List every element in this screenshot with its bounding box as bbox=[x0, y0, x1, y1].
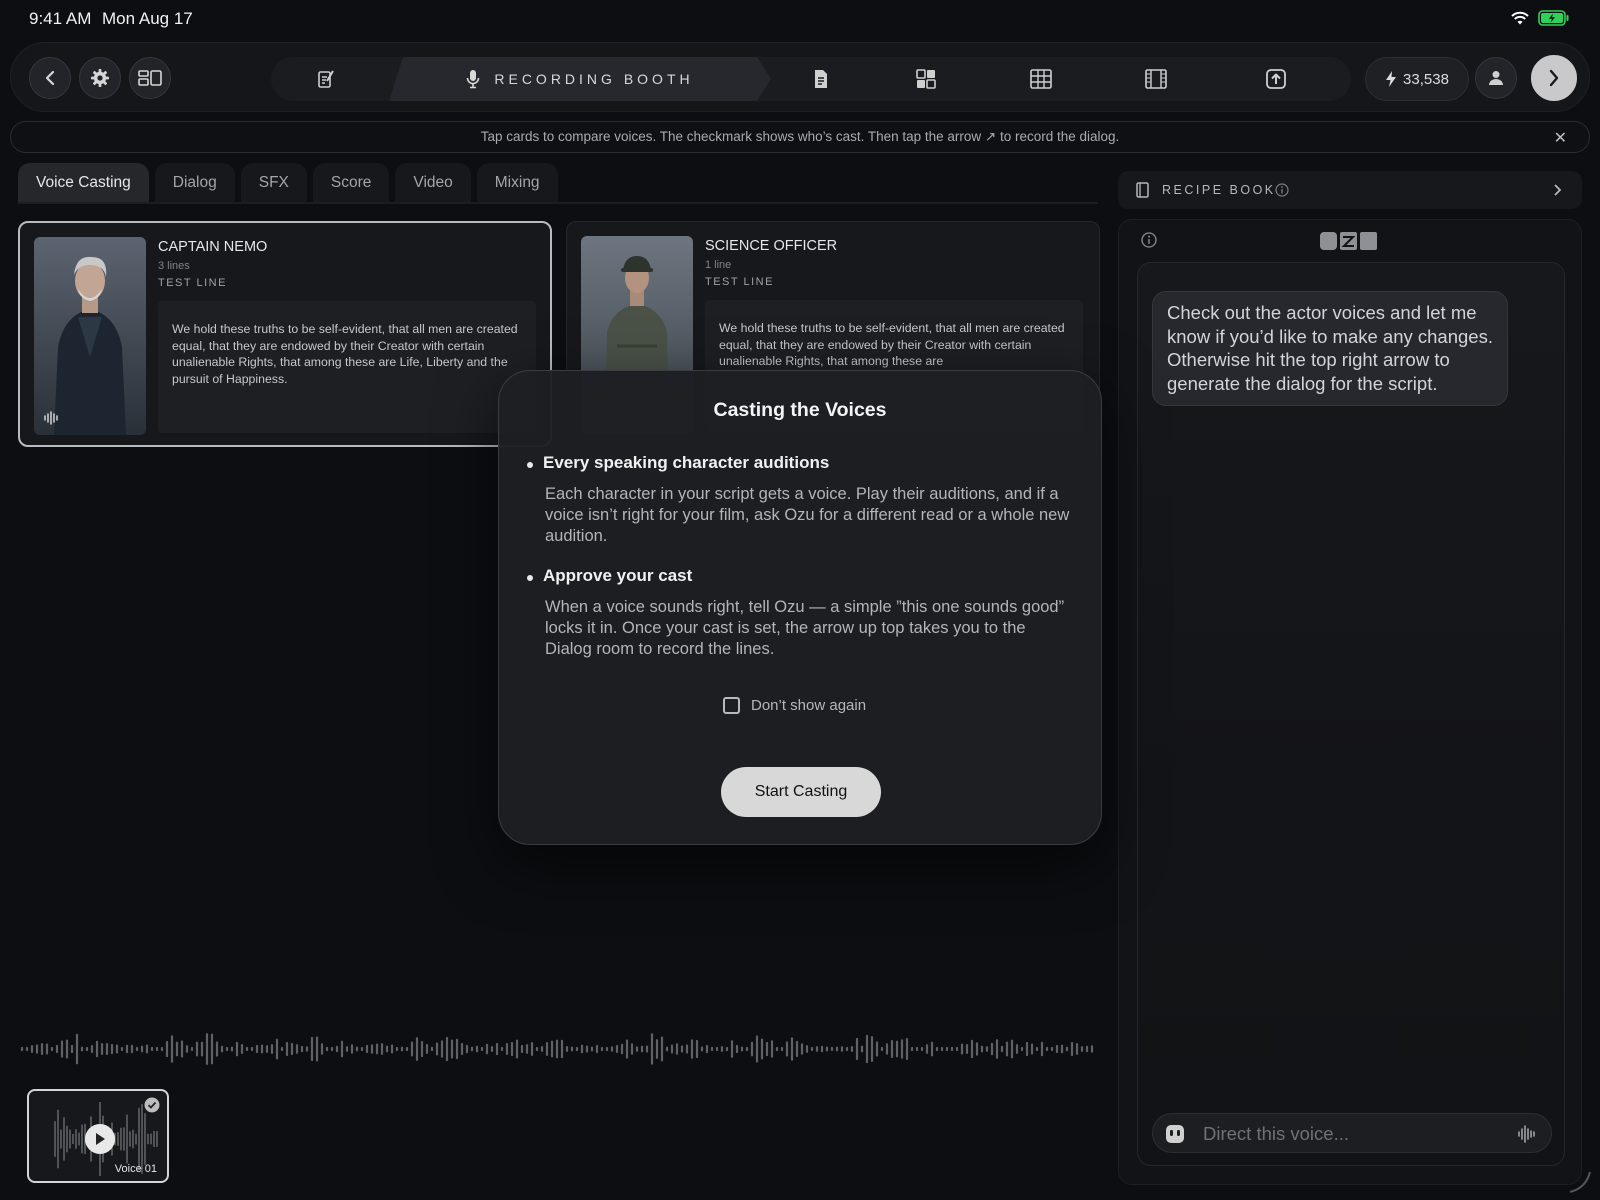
stage-recording-booth[interactable]: RECORDING BOOTH bbox=[389, 57, 771, 101]
top-toolbar: RECORDING BOOTH 33,538 bbox=[10, 42, 1590, 112]
user-icon bbox=[1489, 71, 1503, 85]
storyboard-icon bbox=[916, 69, 936, 89]
stage-film[interactable] bbox=[1101, 57, 1211, 101]
settings-button[interactable] bbox=[79, 57, 121, 99]
recipe-book-bar[interactable]: RECIPE BOOK bbox=[1118, 171, 1582, 209]
dont-show-checkbox[interactable] bbox=[723, 697, 740, 714]
voice-waveform[interactable] bbox=[18, 1026, 1098, 1072]
tab-score[interactable]: Score bbox=[312, 163, 390, 203]
line-count: 3 lines bbox=[158, 260, 190, 272]
assistant-message: Check out the actor voices and let me kn… bbox=[1152, 291, 1508, 406]
script-edit-icon bbox=[318, 70, 334, 88]
chevron-right-icon bbox=[1554, 184, 1562, 196]
bullet-heading: Every speaking character auditions bbox=[543, 453, 830, 472]
chevron-left-icon bbox=[45, 70, 55, 86]
credits-value: 33,538 bbox=[1403, 70, 1449, 88]
bullet-heading: Approve your cast bbox=[543, 566, 693, 585]
recipe-book-label: RECIPE BOOK bbox=[1162, 183, 1276, 197]
layout-button[interactable] bbox=[129, 57, 171, 99]
stage-document[interactable] bbox=[771, 57, 871, 101]
close-icon[interactable]: ✕ bbox=[1554, 128, 1567, 148]
stage-script[interactable] bbox=[281, 57, 371, 101]
chat-input-bar bbox=[1152, 1113, 1552, 1153]
battery-icon bbox=[1538, 10, 1569, 26]
status-time: 9:41 AM bbox=[29, 9, 92, 28]
profile-button[interactable] bbox=[1475, 57, 1517, 99]
upload-icon bbox=[1266, 69, 1286, 89]
tab-mixing[interactable]: Mixing bbox=[476, 163, 558, 203]
tab-dialog[interactable]: Dialog bbox=[154, 163, 235, 203]
tab-divider bbox=[18, 202, 1098, 204]
document-icon bbox=[815, 70, 827, 88]
bullet-dot bbox=[527, 462, 533, 468]
wifi-icon bbox=[1511, 11, 1529, 24]
play-button[interactable] bbox=[85, 1124, 115, 1154]
character-card-captain-nemo[interactable]: CAPTAIN NEMO 3 lines TEST LINE We hold t… bbox=[18, 221, 552, 447]
start-casting-button[interactable]: Start Casting bbox=[721, 767, 881, 817]
test-line-label: TEST LINE bbox=[158, 277, 227, 289]
voice-label: Voice 01 bbox=[114, 1163, 157, 1175]
hint-text: Tap cards to compare voices. The checkma… bbox=[480, 129, 1120, 144]
verified-check-icon bbox=[144, 1097, 160, 1113]
play-icon bbox=[96, 1133, 105, 1145]
status-icons bbox=[1510, 10, 1570, 26]
info-icon[interactable] bbox=[1141, 232, 1157, 248]
next-button[interactable] bbox=[1531, 55, 1577, 101]
pipeline-stages: RECORDING BOOTH bbox=[271, 57, 1351, 101]
voice-clip-thumbnail[interactable]: Voice 01 bbox=[27, 1089, 169, 1183]
stage-storyboard[interactable] bbox=[871, 57, 981, 101]
film-icon bbox=[1145, 69, 1167, 89]
status-date: Mon Aug 17 bbox=[102, 9, 193, 28]
test-line-label: TEST LINE bbox=[705, 276, 774, 288]
tab-voice-casting[interactable]: Voice Casting bbox=[18, 163, 149, 203]
chat-panel: Check out the actor voices and let me kn… bbox=[1118, 219, 1582, 1185]
voice-input-icon[interactable] bbox=[1517, 1124, 1537, 1144]
tab-video[interactable]: Video bbox=[395, 163, 471, 203]
line-count: 1 line bbox=[705, 259, 732, 271]
ozu-avatar-icon bbox=[1166, 1125, 1184, 1143]
chat-conversation: Check out the actor voices and let me kn… bbox=[1137, 262, 1565, 1166]
character-name: SCIENCE OFFICER bbox=[705, 238, 838, 254]
book-icon bbox=[1136, 182, 1149, 198]
casting-onboarding-modal: Casting the Voices Every speaking charac… bbox=[498, 370, 1102, 845]
direct-voice-input[interactable] bbox=[1203, 1122, 1503, 1146]
audio-wave-icon bbox=[44, 411, 58, 425]
lightning-icon bbox=[1386, 71, 1397, 87]
status-bar: 9:41 AM Mon Aug 17 bbox=[0, 0, 1600, 38]
tab-bar: Voice Casting Dialog SFX Score Video Mix… bbox=[18, 163, 558, 203]
bullet-body: When a voice sounds right, tell Ozu — a … bbox=[545, 598, 1065, 658]
dont-show-label: Don’t show again bbox=[751, 697, 867, 714]
ozu-logo bbox=[1320, 232, 1377, 250]
back-button[interactable] bbox=[29, 57, 71, 99]
bullet-dot bbox=[527, 575, 533, 581]
layout-icon bbox=[138, 70, 162, 86]
info-icon[interactable] bbox=[1275, 183, 1289, 197]
stage-export[interactable] bbox=[1221, 57, 1331, 101]
stage-active-label: RECORDING BOOTH bbox=[494, 71, 694, 87]
modal-title: Casting the Voices bbox=[713, 399, 887, 421]
character-portrait bbox=[34, 237, 146, 435]
tab-sfx[interactable]: SFX bbox=[240, 163, 307, 203]
gear-icon bbox=[91, 69, 109, 87]
hint-banner: Tap cards to compare voices. The checkma… bbox=[10, 121, 1590, 153]
test-line-text: We hold these truths to be self-evident,… bbox=[158, 301, 536, 433]
microphone-icon bbox=[467, 70, 480, 89]
bullet-body: Each character in your script gets a voi… bbox=[545, 485, 1070, 545]
character-name: CAPTAIN NEMO bbox=[158, 239, 268, 255]
table-grid-icon bbox=[1030, 69, 1052, 89]
dont-show-again-option[interactable]: Don’t show again bbox=[723, 697, 866, 714]
stage-grid[interactable] bbox=[981, 57, 1101, 101]
credits-badge[interactable]: 33,538 bbox=[1365, 57, 1469, 101]
resize-handle-icon[interactable] bbox=[1566, 1168, 1592, 1194]
chevron-right-icon bbox=[1549, 69, 1559, 87]
